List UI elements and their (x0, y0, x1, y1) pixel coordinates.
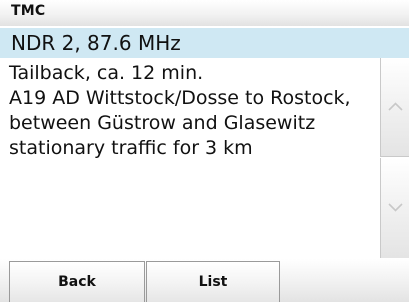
chevron-up-icon (388, 102, 403, 111)
back-button[interactable]: Back (9, 261, 145, 302)
station-bar: NDR 2, 87.6 MHz (0, 28, 409, 58)
page-title: TMC (11, 3, 46, 19)
chevron-down-icon (388, 203, 403, 212)
list-button[interactable]: List (146, 261, 280, 302)
scrollbar[interactable] (380, 58, 409, 258)
traffic-message-text: Tailback, ca. 12 min. A19 AD Wittstock/D… (9, 62, 351, 159)
message-panel: Tailback, ca. 12 min. A19 AD Wittstock/D… (0, 58, 380, 258)
title-bar: TMC (0, 0, 409, 26)
station-label: NDR 2, 87.6 MHz (11, 31, 181, 55)
scroll-up-button[interactable] (380, 58, 409, 157)
scroll-down-button[interactable] (380, 158, 409, 258)
